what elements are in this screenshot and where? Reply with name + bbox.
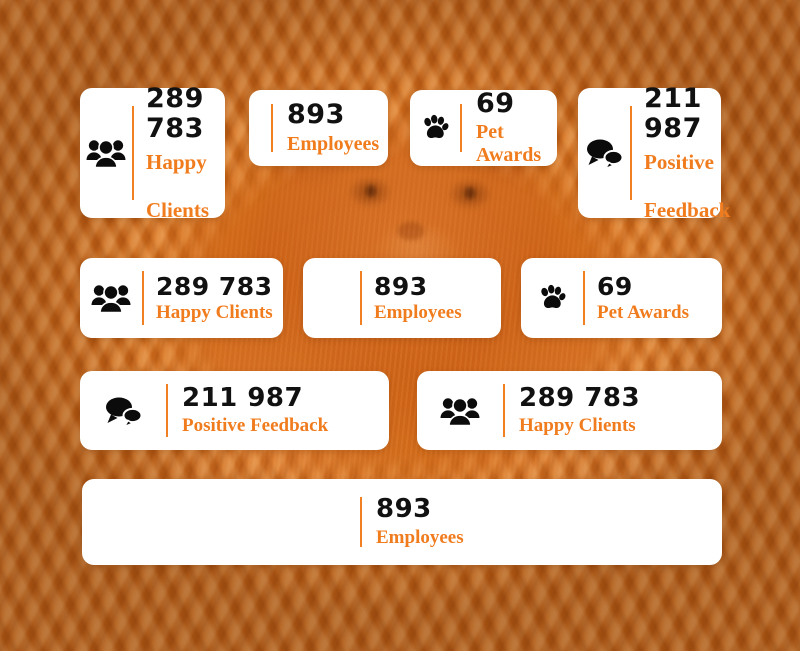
people-group-icon: [417, 395, 503, 427]
stat-number: 289 783: [156, 271, 273, 301]
stat-text-block: 289 783 Happy Clients: [134, 82, 219, 223]
stat-number: 289 783: [146, 82, 204, 144]
stat-card-positive-feedback-wide[interactable]: 211 987 Positive Feedback: [80, 371, 389, 450]
stat-label: Pet Awards: [597, 301, 689, 323]
stat-label: Pet Awards: [476, 121, 542, 167]
stat-label: Employees: [374, 301, 462, 323]
stat-number: 893: [376, 494, 432, 525]
stat-card-positive-feedback-stacked[interactable]: 211 987 Positive Feedback: [578, 83, 730, 222]
stat-label: Employees: [287, 132, 380, 155]
stat-number: 211 987: [644, 82, 702, 144]
stat-label: Happy Clients: [146, 150, 209, 223]
stat-text-block: 893 Employees: [362, 494, 464, 549]
stat-card-happy-clients-row[interactable]: 289 783 Happy Clients: [80, 258, 283, 338]
stat-label: Positive Feedback: [182, 415, 329, 437]
stat-card-happy-clients-wide[interactable]: 289 783 Happy Clients: [417, 371, 722, 450]
stat-text-block: 211 987 Positive Feedback: [632, 82, 740, 223]
stat-card-employees-banner[interactable]: 893 Employees: [82, 479, 722, 565]
stat-text-block: 69 Pet Awards: [462, 87, 557, 167]
stat-label: Positive Feedback: [644, 150, 731, 223]
stat-card-employees-compact[interactable]: 893 Employees: [249, 90, 388, 166]
stat-number: 211 987: [182, 383, 304, 414]
stat-label: Happy Clients: [519, 415, 636, 437]
stat-text-block: 211 987 Positive Feedback: [168, 383, 329, 437]
paw-print-icon: [521, 283, 583, 313]
stat-text-block: 893 Employees: [362, 271, 462, 324]
speech-bubbles-icon: [578, 136, 630, 170]
stat-label: Happy Clients: [156, 301, 273, 323]
stat-card-employees-row[interactable]: 893 Employees: [303, 258, 501, 338]
stat-text-block: 893 Employees: [273, 100, 379, 155]
stat-number: 893: [287, 99, 345, 131]
stat-card-happy-clients-stacked[interactable]: 289 783 Happy Clients: [80, 83, 225, 222]
stat-text-block: 289 783 Happy Clients: [144, 271, 273, 324]
stat-number: 69: [597, 271, 633, 301]
stat-card-pet-awards-row[interactable]: 69 Pet Awards: [521, 258, 722, 338]
stat-card-pet-awards-compact[interactable]: 69 Pet Awards: [410, 87, 557, 167]
people-group-icon: [80, 137, 132, 169]
people-group-icon: [80, 282, 142, 314]
stat-label: Employees: [376, 527, 464, 549]
stat-number: 69: [476, 87, 515, 119]
stat-text-block: 69 Pet Awards: [585, 271, 689, 324]
stat-text-block: 289 783 Happy Clients: [505, 383, 641, 437]
stat-number: 289 783: [519, 383, 641, 414]
stat-number: 893: [374, 271, 428, 301]
speech-bubbles-icon: [80, 394, 166, 428]
paw-print-icon: [410, 113, 460, 143]
